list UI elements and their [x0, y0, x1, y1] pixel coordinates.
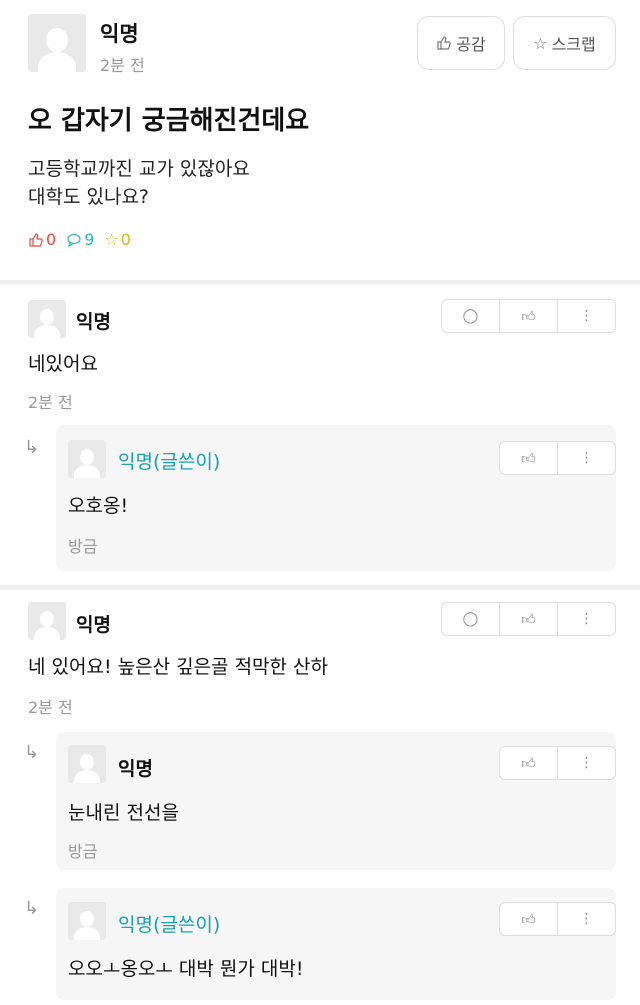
- thumbs-up-icon: [437, 36, 452, 50]
- post: 익명 2분 전 공감 ☆ 스크랩 오 갑자기 궁금해진건데요 고등학교까진 교가…: [0, 0, 640, 280]
- scrap-button-label: 스크랩: [551, 35, 596, 54]
- thumbs-up-icon: 👍︎: [521, 755, 536, 772]
- vertical-ellipsis-icon: ⋮: [579, 308, 594, 324]
- reply-button[interactable]: ◯: [442, 603, 500, 635]
- reply-button[interactable]: ◯: [442, 300, 500, 332]
- star-icon: ☆: [533, 33, 548, 53]
- reply-like-button[interactable]: 👍︎: [500, 747, 558, 779]
- reply-time: 방금: [68, 842, 98, 861]
- more-button[interactable]: ⋮: [558, 442, 615, 474]
- more-button[interactable]: ⋮: [558, 747, 615, 779]
- reply-avatar: [68, 440, 106, 478]
- thumbs-up-icon: 👍︎: [521, 450, 536, 467]
- reply-arrow-icon: ↳: [24, 742, 40, 763]
- comment-like-button[interactable]: 👍︎: [500, 300, 558, 332]
- comment-avatar: [28, 602, 66, 640]
- reply-actions: 👍︎ ⋮: [499, 746, 616, 780]
- reply: 익명 👍︎ ⋮ 눈내린 전선을 방금: [56, 732, 616, 870]
- reply-author: 익명(글쓴이): [118, 914, 221, 936]
- speech-bubble-icon: ◯: [462, 611, 479, 627]
- comment-text: 네있어요: [28, 353, 98, 375]
- more-button[interactable]: ⋮: [558, 603, 615, 635]
- thumbs-up-icon: 👍︎: [521, 308, 536, 325]
- comment-count: 9: [66, 230, 94, 249]
- post-title: 오 갑자기 궁금해진건데요: [28, 106, 310, 136]
- comment-like-button[interactable]: 👍︎: [500, 603, 558, 635]
- comment: 익명 ◯ 👍︎ ⋮ 네있어요 2분 전 ↳ 익명(글쓴이) 👍︎ ⋮ 오호옹! …: [0, 285, 640, 585]
- reply-arrow-icon: ↳: [24, 898, 40, 919]
- scrap-count: ☆ 0: [104, 230, 131, 249]
- comment: 익명 ◯ 👍︎ ⋮ 네 있어요! 높은산 깊은골 적막한 산하 2분 전 ↳ 익…: [0, 590, 640, 1005]
- reply: 익명(글쓴이) 👍︎ ⋮ 오오ㅗ옹오ㅗ 대박 뭔가 대박!: [56, 888, 616, 1000]
- reply-like-button[interactable]: 👍︎: [500, 903, 558, 935]
- vertical-ellipsis-icon: ⋮: [579, 911, 594, 927]
- speech-bubble-icon: [67, 233, 81, 247]
- like-button-label: 공감: [456, 35, 486, 54]
- reply: 익명(글쓴이) 👍︎ ⋮ 오호옹! 방금: [56, 425, 616, 571]
- like-count: 0: [28, 230, 56, 249]
- post-body-line: 대학도 있나요?: [28, 186, 150, 208]
- speech-bubble-icon: ◯: [462, 308, 479, 324]
- comment-time: 2분 전: [28, 698, 73, 717]
- post-author: 익명: [100, 22, 139, 46]
- reply-actions: 👍︎ ⋮: [499, 902, 616, 936]
- post-avatar: [28, 14, 86, 72]
- reply-avatar: [68, 902, 106, 940]
- post-stats: 0 9 ☆ 0: [28, 230, 131, 249]
- reply-arrow-icon: ↳: [24, 437, 40, 458]
- comment-actions: ◯ 👍︎ ⋮: [441, 602, 616, 636]
- reply-author: 익명(글쓴이): [118, 451, 221, 473]
- star-icon: ☆: [104, 230, 119, 249]
- reply-actions: 👍︎ ⋮: [499, 441, 616, 475]
- comment-time: 2분 전: [28, 393, 73, 412]
- reply-text: 오오ㅗ옹오ㅗ 대박 뭔가 대박!: [68, 958, 304, 980]
- comment-actions: ◯ 👍︎ ⋮: [441, 299, 616, 333]
- more-button[interactable]: ⋮: [558, 300, 615, 332]
- like-button[interactable]: 공감: [417, 16, 505, 70]
- comment-text: 네 있어요! 높은산 깊은골 적막한 산하: [28, 656, 329, 678]
- comment-avatar: [28, 300, 66, 338]
- post-body: 고등학교까진 교가 있잖아요 대학도 있나요?: [28, 155, 250, 211]
- reply-text: 눈내린 전선을: [68, 802, 179, 824]
- more-button[interactable]: ⋮: [558, 903, 615, 935]
- post-time: 2분 전: [100, 56, 145, 75]
- thumbs-up-icon: 👍︎: [521, 611, 536, 628]
- reply-time: 방금: [68, 537, 98, 556]
- reply-author: 익명: [118, 758, 153, 780]
- comment-author: 익명: [76, 311, 111, 333]
- vertical-ellipsis-icon: ⋮: [579, 755, 594, 771]
- vertical-ellipsis-icon: ⋮: [579, 611, 594, 627]
- reply-like-button[interactable]: 👍︎: [500, 442, 558, 474]
- reply-text: 오호옹!: [68, 495, 129, 517]
- comment-author: 익명: [76, 614, 111, 636]
- post-body-line: 고등학교까진 교가 있잖아요: [28, 158, 250, 180]
- thumbs-up-icon: 👍︎: [521, 911, 536, 928]
- thumbs-up-icon: [29, 232, 43, 247]
- vertical-ellipsis-icon: ⋮: [579, 450, 594, 466]
- reply-avatar: [68, 745, 106, 783]
- scrap-button[interactable]: ☆ 스크랩: [513, 16, 616, 70]
